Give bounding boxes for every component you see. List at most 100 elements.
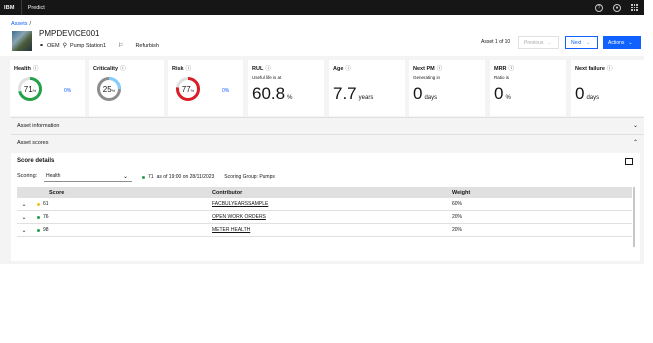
chevron-down-icon: ⌄ — [628, 39, 633, 46]
flag-icon: ⚐ — [118, 43, 124, 49]
contributor-link[interactable]: METER HEALTH — [212, 227, 250, 233]
asset-title: PMPDEVICE001 — [39, 29, 100, 38]
asset-oem: OEM — [47, 42, 60, 49]
asset-header: Assets / PMPDEVICE001 ⚭ OEM ⚲ Pump Statio… — [0, 15, 644, 56]
row-score: 61 — [43, 201, 49, 207]
score-status-dot — [37, 228, 40, 232]
criticality-title: Criticality — [93, 66, 119, 72]
contributor-link[interactable]: FACBULYEARSSAMPLE — [212, 201, 268, 207]
arrow-left-icon: ← — [547, 39, 553, 46]
risk-value: 77% — [181, 84, 195, 94]
breadcrumb: Assets / — [11, 21, 31, 27]
table-row: ⌄ 98 METER HEALTH 20% — [17, 224, 632, 237]
criticality-value: 25% — [102, 84, 116, 94]
table-row: ⌄ 61 FACBULYEARSSAMPLE 60% — [17, 198, 632, 211]
info-icon[interactable]: ⓘ — [509, 66, 515, 72]
rul-tile: RUL ⓘ Useful life is at 60.8% — [248, 60, 324, 116]
brand-logo[interactable]: IBM — [0, 5, 15, 11]
next-failure-value: 0 days — [575, 84, 600, 103]
column-contributor[interactable]: Contributor — [212, 190, 452, 196]
user-avatar-icon[interactable]: ● — [613, 3, 621, 12]
info-icon[interactable]: ⓘ — [345, 66, 351, 72]
info-icon[interactable]: ⓘ — [33, 66, 39, 72]
expand-row-icon[interactable]: ⌄ — [17, 214, 31, 221]
row-score: 76 — [43, 214, 49, 220]
health-title: Health — [14, 66, 31, 72]
actions-button[interactable]: Actions ⌄ — [603, 36, 641, 49]
column-weight[interactable]: Weight — [452, 190, 632, 196]
score-status-dot — [37, 202, 40, 206]
chevron-up-icon: ⌃ — [632, 140, 638, 146]
table-header: Score Contributor Weight — [17, 187, 632, 198]
risk-title: Risk — [172, 66, 184, 72]
app-switcher-icon[interactable] — [631, 4, 638, 11]
scoring-selected-value: Health — [46, 173, 61, 179]
health-tile: Health ⓘ 71% 0% — [10, 60, 85, 116]
breadcrumb-assets-link[interactable]: Assets — [11, 21, 28, 27]
rul-subtitle: Useful life is at — [252, 75, 282, 80]
summary-scoring-group: Scoring Group: Pumps — [224, 174, 275, 180]
info-icon[interactable]: ⓘ — [120, 66, 126, 72]
asset-meta: ⚭ OEM ⚲ Pump Station1 ⚐ Refurbish — [39, 42, 159, 50]
page: IBM Predict ? ● Assets / PMPDEVICE001 ⚭ O… — [0, 0, 644, 264]
info-icon[interactable]: ⓘ — [607, 66, 613, 72]
topbar-actions: ? ● — [595, 0, 638, 15]
asset-location: Pump Station1 — [69, 42, 107, 49]
contributor-link[interactable]: OPEN WORK ORDERS — [212, 214, 266, 220]
arrow-right-icon: → — [585, 39, 591, 46]
asset-count: Asset 1 of 10 — [481, 39, 511, 45]
health-value: 71% — [23, 84, 37, 94]
actions-label: Actions — [608, 39, 625, 46]
asset-scores-accordion[interactable]: Asset scores ⌃ — [11, 134, 644, 151]
table-scrollbar[interactable] — [633, 187, 635, 247]
asset-information-accordion[interactable]: Asset information ⌄ — [11, 117, 644, 134]
info-icon[interactable]: ⓘ — [186, 66, 192, 72]
next-pm-title: Next PM — [413, 66, 435, 72]
next-pm-subtitle: Generating in — [413, 75, 441, 80]
chevron-down-icon: ⌄ — [632, 123, 638, 129]
summary-as-of: as of 19:00 on 28/11/2023 — [156, 174, 215, 180]
health-change: 0% — [64, 88, 72, 94]
product-name[interactable]: Predict — [22, 5, 45, 11]
column-score[interactable]: Score — [31, 190, 212, 196]
asset-image — [12, 31, 32, 51]
next-failure-title: Next failure — [575, 66, 605, 72]
row-weight: 20% — [452, 227, 463, 233]
status-dot — [142, 175, 145, 179]
expand-row-icon[interactable]: ⌄ — [17, 227, 31, 234]
previous-label: Previous — [524, 39, 544, 46]
row-weight: 60% — [452, 201, 463, 207]
age-tile: Age ⓘ 7.7 years — [329, 60, 405, 116]
link-icon: ⚭ — [39, 43, 45, 49]
top-bar: IBM Predict ? ● — [0, 0, 644, 15]
scoring-dropdown[interactable]: Health ⌄ — [44, 171, 132, 182]
score-details-panel: Score details Scoring: Health ⌄ 71 as of… — [11, 153, 640, 261]
app-frame: IBM Predict ? ● Assets / PMPDEVICE001 ⚭ O… — [0, 0, 653, 343]
age-value: 7.7 years — [333, 84, 374, 103]
info-icon[interactable]: ⓘ — [437, 66, 443, 72]
mrr-title: MRR — [494, 66, 507, 72]
asset-scores-label: Asset scores — [17, 140, 49, 146]
rul-title: RUL — [252, 66, 264, 72]
score-table: Score Contributor Weight ⌄ 61 FACBULYEAR… — [17, 187, 632, 237]
row-weight: 20% — [452, 214, 463, 220]
next-failure-tile: Next failure ⓘ 0 days — [571, 60, 644, 116]
mrr-subtitle: Ratio is — [494, 75, 510, 80]
previous-button[interactable]: Previous ← — [518, 36, 559, 49]
asset-information-label: Asset information — [17, 123, 60, 129]
next-pm-value: 0 days — [413, 84, 438, 103]
location-pin-icon: ⚲ — [62, 43, 67, 49]
help-icon[interactable]: ? — [595, 3, 603, 12]
summary-score: 71 — [148, 174, 154, 180]
next-button[interactable]: Next → — [565, 36, 598, 49]
export-icon[interactable] — [625, 158, 633, 165]
breadcrumb-separator: / — [29, 21, 32, 27]
info-icon[interactable]: ⓘ — [265, 66, 271, 72]
scoring-label: Scoring: — [17, 173, 38, 179]
score-details-title: Score details — [17, 158, 55, 164]
score-status-dot — [37, 215, 40, 219]
expand-row-icon[interactable]: ⌄ — [17, 201, 31, 208]
table-row: ⌄ 76 OPEN WORK ORDERS 20% — [17, 211, 632, 224]
mrr-value: 0% — [494, 84, 511, 103]
score-summary: 71 as of 19:00 on 28/11/2023 Scoring Gro… — [142, 174, 275, 180]
